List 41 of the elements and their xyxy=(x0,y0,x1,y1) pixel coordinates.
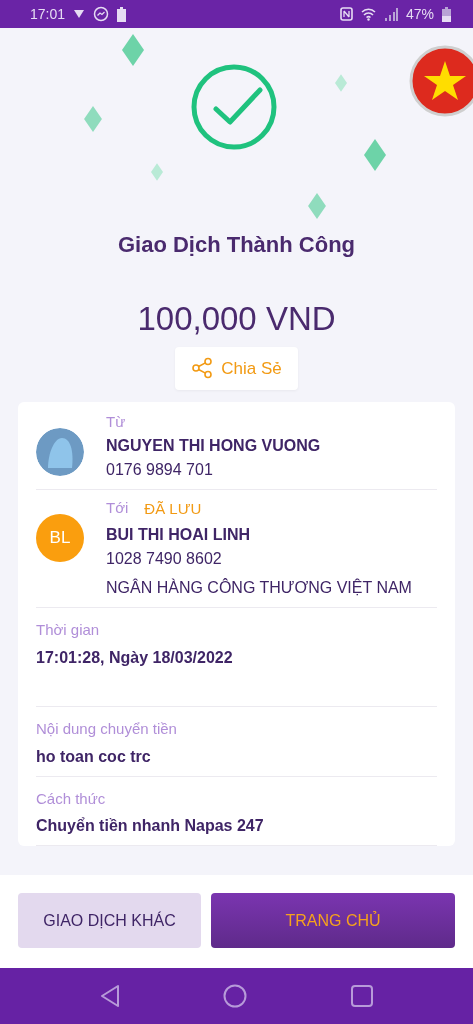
other-transaction-button[interactable]: GIAO DỊCH KHÁC xyxy=(18,893,201,948)
messenger-icon xyxy=(93,6,110,22)
sender-account: 0176 9894 701 xyxy=(106,460,214,481)
status-time: 17:01 xyxy=(30,4,66,24)
nfc-icon xyxy=(339,7,353,21)
battery-icon xyxy=(442,6,451,22)
back-icon[interactable] xyxy=(99,984,122,1008)
share-icon xyxy=(191,357,214,380)
detail-value: 17:01:28, Ngày 18/03/2022 xyxy=(36,647,234,668)
avatar: BL xyxy=(36,514,84,563)
recipient-account: 1028 7490 8602 xyxy=(106,549,223,570)
bank-name: NGÂN HÀNG CÔNG THƯƠNG VIỆT NAM xyxy=(106,578,412,599)
detail-label: Thời gian xyxy=(36,620,101,640)
sparkle-icon xyxy=(308,193,326,219)
detail-value: Chuyển tiền nhanh Napas 247 xyxy=(36,816,265,837)
share-button[interactable]: Chia Sẻ xyxy=(175,346,298,391)
saved-tag: ĐÃ LƯU xyxy=(144,498,202,521)
detail-value: ho toan coc trc xyxy=(36,746,152,767)
battery-percent: 47% xyxy=(405,4,434,24)
recipient-name: BUI THI HOAI LINH xyxy=(106,524,251,545)
detail-label: Cách thức xyxy=(36,788,107,809)
sender-name: NGUYEN THI HONG VUONG xyxy=(106,435,321,456)
from-label: Từ xyxy=(106,412,127,432)
wifi-icon xyxy=(360,7,376,21)
battery-saver-icon xyxy=(117,6,127,22)
success-title: Giao Dịch Thành Công xyxy=(116,231,357,259)
home-icon[interactable] xyxy=(223,984,248,1008)
home-button[interactable]: TRANG CHỦ xyxy=(211,893,455,948)
detail-label: Nội dung chuyển tiền xyxy=(36,719,178,739)
check-circle-icon xyxy=(191,64,277,150)
to-label: Tới xyxy=(106,498,129,519)
flag-icon xyxy=(409,45,473,117)
amount: 100,000 VND xyxy=(136,299,337,339)
recent-apps-icon[interactable] xyxy=(349,984,374,1008)
sparkle-icon xyxy=(364,138,386,172)
sparkle-icon xyxy=(122,34,144,66)
sparkle-icon xyxy=(84,106,102,132)
sparkle-icon xyxy=(151,163,163,181)
signal-icon xyxy=(383,7,398,21)
sparkle-icon xyxy=(335,74,347,92)
avatar xyxy=(36,428,84,477)
